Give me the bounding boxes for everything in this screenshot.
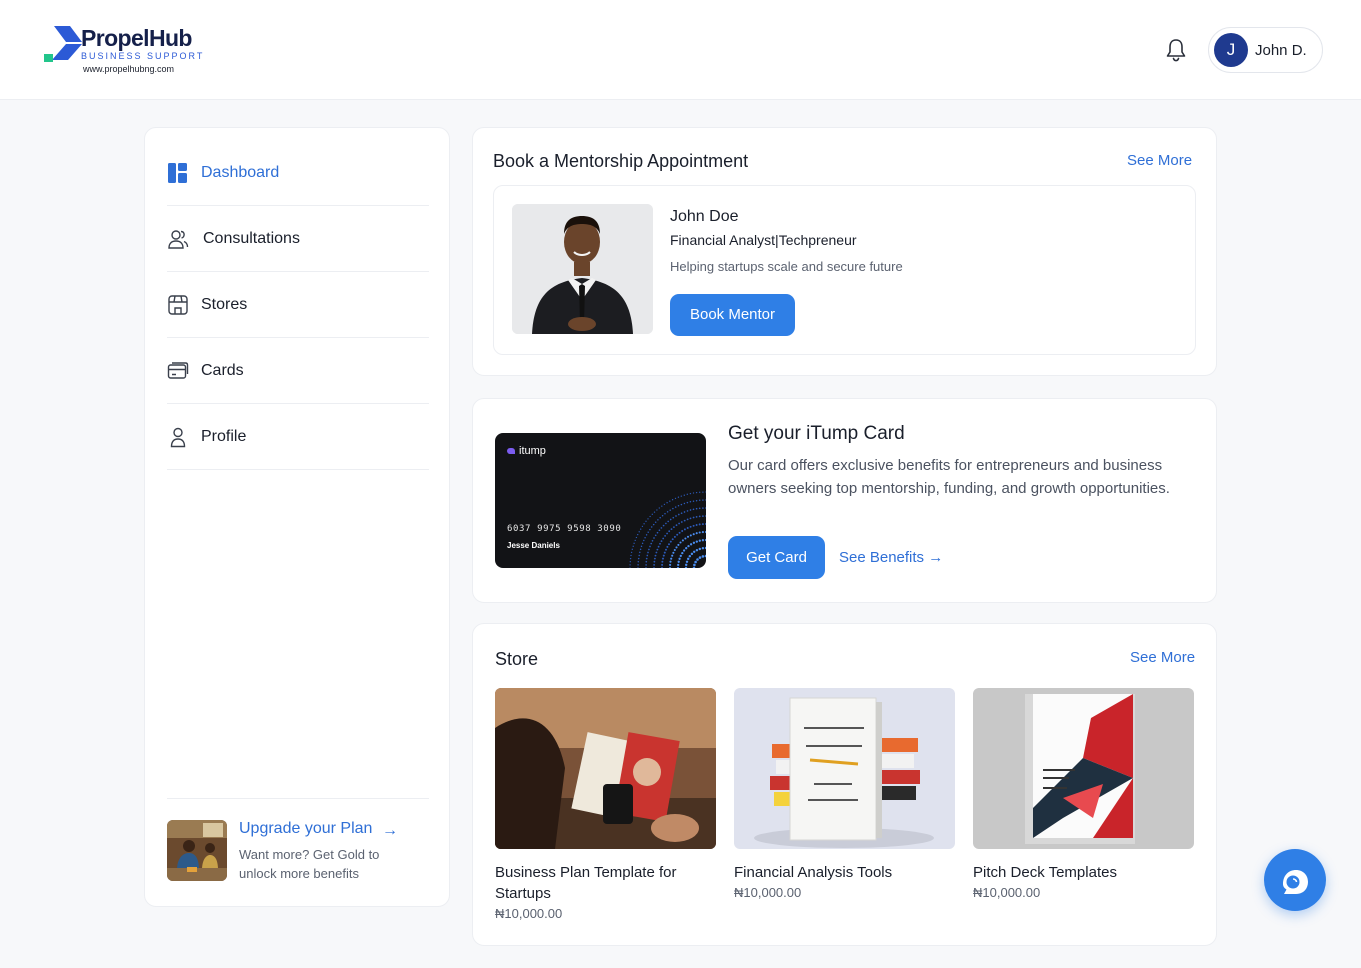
product-name: Business Plan Template for Startups	[495, 864, 677, 902]
sidebar-item-consultations[interactable]: Consultations	[167, 206, 429, 272]
dashboard-icon	[168, 163, 187, 183]
sidebar-item-cards[interactable]: Cards	[167, 338, 429, 404]
avatar: J	[1214, 33, 1248, 67]
product-name: Pitch Deck Templates	[973, 864, 1117, 881]
book-mentor-button[interactable]: Book Mentor	[670, 294, 795, 336]
arrow-right-icon: →	[382, 822, 398, 839]
see-benefits-link[interactable]: See Benefits →	[839, 549, 943, 566]
sidebar-item-label: Dashboard	[201, 164, 280, 181]
brand-url: www.propelhubng.com	[83, 64, 175, 74]
mentorship-see-more-link[interactable]: See More	[1127, 152, 1192, 169]
get-card-button[interactable]: Get Card	[728, 536, 825, 579]
upgrade-plan-banner[interactable]: Upgrade your Plan → Want more? Get Gold …	[167, 798, 429, 898]
chat-support-button[interactable]	[1264, 849, 1326, 911]
itump-card-image: itump 6037 9975 9598 3090 Jesse Daniels	[495, 433, 706, 568]
sidebar-item-label: Profile	[201, 428, 247, 445]
store-panel: Store See More Business Plan Template fo…	[472, 623, 1217, 946]
sidebar-item-dashboard[interactable]: Dashboard	[167, 140, 429, 206]
card-brand: itump	[519, 445, 546, 457]
mentor-photo	[512, 204, 653, 334]
brand-subtitle: BUSINESS SUPPORT	[81, 51, 205, 61]
sidebar-item-label: Consultations	[203, 230, 300, 247]
itump-card-panel: itump 6037 9975 9598 3090 Jesse Daniels …	[472, 398, 1217, 603]
card-icon	[167, 362, 189, 379]
store-title: Store	[495, 649, 539, 669]
sidebar: Dashboard Consultations Stores Cards Pro…	[144, 127, 450, 907]
users-icon	[168, 230, 189, 249]
itump-logo-icon	[507, 448, 515, 454]
mentor-tagline: Helping startups scale and secure future	[670, 259, 903, 274]
card-holder: Jesse Daniels	[507, 541, 560, 550]
user-menu-button[interactable]: J John D.	[1208, 27, 1323, 73]
product-card[interactable]: Business Plan Template for Startups ₦10,…	[495, 688, 716, 921]
sidebar-item-stores[interactable]: Stores	[167, 272, 429, 338]
chat-icon	[1283, 870, 1308, 894]
product-image	[734, 688, 955, 849]
itump-description: Our card offers exclusive benefits for e…	[728, 457, 1170, 497]
user-icon	[170, 427, 186, 448]
itump-title: Get your iTump Card	[728, 423, 905, 444]
product-price: ₦10,000.00	[973, 885, 1041, 900]
brand-name: PropelHub	[81, 25, 192, 51]
product-card[interactable]: Pitch Deck Templates ₦10,000.00	[973, 688, 1194, 900]
bell-icon[interactable]	[1164, 37, 1188, 63]
sidebar-item-label: Cards	[201, 362, 244, 379]
upgrade-plan-image	[167, 820, 227, 881]
product-price: ₦10,000.00	[734, 885, 802, 900]
mentor-card: John Doe Financial Analyst|Techpreneur H…	[493, 185, 1196, 355]
logo-mark-icon	[44, 26, 82, 62]
sidebar-item-profile[interactable]: Profile	[167, 404, 429, 470]
product-name: Financial Analysis Tools	[734, 864, 893, 881]
store-see-more-link[interactable]: See More	[1130, 649, 1195, 666]
product-price: ₦10,000.00	[495, 906, 563, 921]
mentor-name: John Doe	[670, 208, 739, 225]
upgrade-plan-description: Want more? Get Gold to unlock more benef…	[239, 847, 380, 881]
card-number: 6037 9975 9598 3090	[507, 524, 622, 534]
mentorship-title: Book a Mentorship Appointment	[493, 151, 749, 171]
product-card[interactable]: Financial Analysis Tools ₦10,000.00	[734, 688, 955, 900]
sidebar-item-label: Stores	[201, 296, 248, 313]
product-image	[495, 688, 716, 849]
mentor-role: Financial Analyst|Techpreneur	[670, 232, 857, 248]
product-image	[973, 688, 1194, 849]
upgrade-plan-link[interactable]: Upgrade your Plan	[239, 820, 372, 838]
user-name: John D.	[1255, 42, 1307, 59]
mentorship-panel: Book a Mentorship Appointment See More J…	[472, 127, 1217, 376]
propelhub-logo[interactable]: PropelHub BUSINESS SUPPORT www.propelhub…	[44, 24, 214, 76]
store-icon	[168, 295, 188, 315]
top-bar: PropelHub BUSINESS SUPPORT www.propelhub…	[0, 0, 1361, 100]
